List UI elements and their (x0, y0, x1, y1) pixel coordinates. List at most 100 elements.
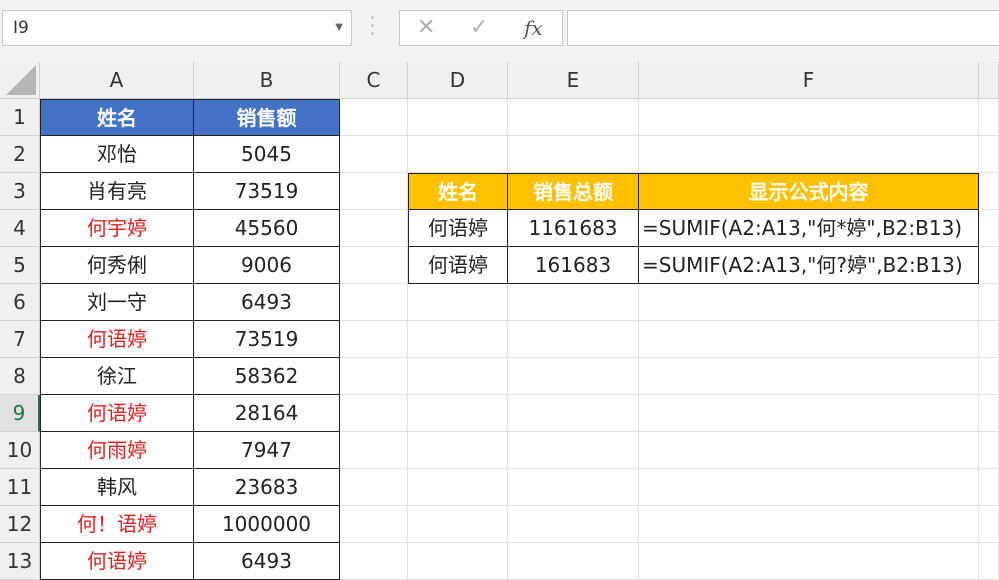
cell[interactable] (979, 173, 999, 210)
formula-input[interactable] (567, 10, 999, 46)
cell[interactable] (508, 284, 639, 321)
table1-name-cell[interactable]: 何语婷 (40, 543, 194, 580)
cell[interactable] (340, 99, 408, 136)
cell[interactable] (508, 99, 639, 136)
table1-value-cell[interactable]: 7947 (194, 432, 340, 469)
cell[interactable] (340, 247, 408, 284)
table1-value-cell[interactable]: 23683 (194, 469, 340, 506)
row-header-2[interactable]: 2 (0, 136, 40, 173)
table1-name-cell[interactable]: 何雨婷 (40, 432, 194, 469)
cell[interactable] (340, 543, 408, 580)
cell[interactable] (340, 284, 408, 321)
cell[interactable] (408, 99, 508, 136)
table1-name-cell[interactable]: 何！语婷 (40, 506, 194, 543)
cell[interactable] (508, 543, 639, 580)
cell[interactable] (340, 432, 408, 469)
cell[interactable] (408, 543, 508, 580)
cell[interactable] (979, 136, 999, 173)
table2-formula-cell[interactable]: =SUMIF(A2:A13,"何*婷",B2:B13) (639, 210, 979, 247)
table1-name-cell[interactable]: 何宇婷 (40, 210, 194, 247)
row-header-8[interactable]: 8 (0, 358, 40, 395)
table1-value-cell[interactable]: 73519 (194, 321, 340, 358)
cell[interactable] (408, 432, 508, 469)
cell[interactable] (979, 284, 999, 321)
row-header-1[interactable]: 1 (0, 99, 40, 136)
table1-value-cell[interactable]: 73519 (194, 173, 340, 210)
cell[interactable] (408, 358, 508, 395)
cell[interactable] (639, 543, 979, 580)
table1-name-cell[interactable]: 何语婷 (40, 321, 194, 358)
row-header-5[interactable]: 5 (0, 247, 40, 284)
cell[interactable] (979, 469, 999, 506)
cell[interactable] (508, 321, 639, 358)
cell[interactable] (340, 506, 408, 543)
table2-total-cell[interactable]: 1161683 (508, 210, 639, 247)
row-header-11[interactable]: 11 (0, 469, 40, 506)
cell[interactable] (639, 321, 979, 358)
cell[interactable] (639, 432, 979, 469)
cell[interactable] (408, 136, 508, 173)
cell[interactable] (979, 432, 999, 469)
column-header-a[interactable]: A (40, 62, 194, 99)
enter-icon[interactable]: ✓ (470, 11, 488, 45)
table1-value-cell[interactable]: 6493 (194, 543, 340, 580)
table1-value-cell[interactable]: 9006 (194, 247, 340, 284)
cell[interactable] (639, 284, 979, 321)
row-header-6[interactable]: 6 (0, 284, 40, 321)
row-header-13[interactable]: 13 (0, 543, 40, 580)
row-header-9[interactable]: 9 (0, 395, 40, 432)
table1-value-cell[interactable]: 28164 (194, 395, 340, 432)
cell[interactable] (340, 395, 408, 432)
table2-formula-cell[interactable]: =SUMIF(A2:A13,"何?婷",B2:B13) (639, 247, 979, 284)
table1-header-1[interactable]: 销售额 (194, 99, 340, 136)
table1-header-0[interactable]: 姓名 (40, 99, 194, 136)
table2-name-cell[interactable]: 何语婷 (408, 210, 508, 247)
cell[interactable] (639, 506, 979, 543)
cell[interactable] (639, 469, 979, 506)
column-header-d[interactable]: D (408, 62, 508, 99)
more-options-icon[interactable]: · · · (370, 10, 375, 42)
cell[interactable] (408, 284, 508, 321)
select-all-corner[interactable] (0, 62, 40, 99)
cell[interactable] (979, 99, 999, 136)
cell[interactable] (639, 358, 979, 395)
insert-function-icon[interactable]: fx (524, 11, 543, 45)
cell[interactable] (408, 506, 508, 543)
table1-name-cell[interactable]: 何语婷 (40, 395, 194, 432)
row-header-10[interactable]: 10 (0, 432, 40, 469)
cell[interactable] (508, 358, 639, 395)
column-header-f[interactable]: F (639, 62, 979, 99)
cell[interactable] (508, 136, 639, 173)
row-header-3[interactable]: 3 (0, 173, 40, 210)
table2-name-cell[interactable]: 何语婷 (408, 247, 508, 284)
table1-name-cell[interactable]: 肖有亮 (40, 173, 194, 210)
table1-name-cell[interactable]: 徐江 (40, 358, 194, 395)
cell[interactable] (340, 136, 408, 173)
cell[interactable] (639, 136, 979, 173)
table1-value-cell[interactable]: 58362 (194, 358, 340, 395)
table1-value-cell[interactable]: 45560 (194, 210, 340, 247)
table1-name-cell[interactable]: 何秀俐 (40, 247, 194, 284)
cell[interactable] (408, 395, 508, 432)
table1-name-cell[interactable]: 刘一守 (40, 284, 194, 321)
column-header-e[interactable]: E (508, 62, 639, 99)
table1-name-cell[interactable]: 邓怡 (40, 136, 194, 173)
table1-name-cell[interactable]: 韩风 (40, 469, 194, 506)
column-header-c[interactable]: C (340, 62, 408, 99)
row-header-7[interactable]: 7 (0, 321, 40, 358)
cancel-icon[interactable]: ✕ (417, 11, 435, 45)
table2-header-2[interactable]: 显示公式内容 (639, 173, 979, 210)
column-header-b[interactable]: B (194, 62, 340, 99)
cell[interactable] (508, 506, 639, 543)
cell[interactable] (408, 321, 508, 358)
cell[interactable] (508, 469, 639, 506)
table2-header-1[interactable]: 销售总额 (508, 173, 639, 210)
cell[interactable] (979, 506, 999, 543)
row-header-4[interactable]: 4 (0, 210, 40, 247)
cell[interactable] (639, 99, 979, 136)
cell[interactable] (639, 395, 979, 432)
cell[interactable] (340, 358, 408, 395)
cell[interactable] (340, 469, 408, 506)
table1-value-cell[interactable]: 6493 (194, 284, 340, 321)
cell[interactable] (340, 321, 408, 358)
